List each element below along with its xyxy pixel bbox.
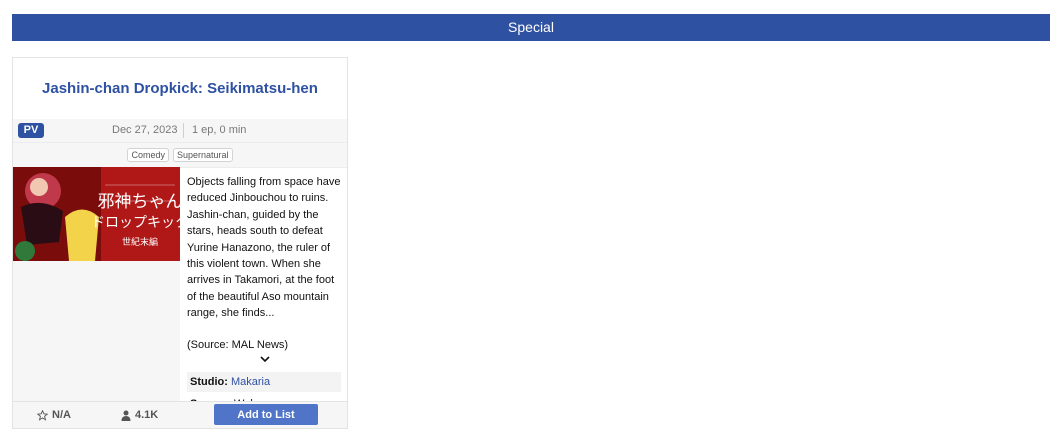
anime-title-link[interactable]: Jashin-chan Dropkick: Seikimatsu-hen [13,58,347,118]
user-icon [121,410,131,421]
synopsis-text: Objects falling from space have reduced … [187,176,341,320]
air-date: Dec 27, 2023 [112,124,178,136]
svg-text:世紀末編: 世紀末編 [122,236,158,248]
star-outline-icon [37,409,48,421]
members: 4.1K [121,409,158,421]
card-footer: N/A 4.1K Add to List [13,401,347,428]
genre-list: Comedy Supernatural [13,142,347,168]
section-title: Special [508,19,554,35]
section-header-special: Special [12,14,1050,41]
chevron-down-icon[interactable] [259,354,271,364]
synopsis: Objects falling from space have reduced … [187,174,345,322]
studio-row: Studio: Makaria [187,372,341,392]
svg-text:ドロップキック: ドロップキック [91,215,180,231]
episode-count: 1 ep, 0 min [192,124,247,136]
genre-tag-supernatural[interactable]: Supernatural [172,148,233,162]
anime-cover-image[interactable]: 邪神ちゃん ドロップキック 世紀末編 [13,167,180,261]
synopsis-source: (Source: MAL News) [187,339,289,351]
info-divider [183,123,184,138]
studio-link[interactable]: Makaria [231,376,270,388]
anime-card: Jashin-chan Dropkick: Seikimatsu-hen PV … [12,57,348,429]
genre-tag-comedy[interactable]: Comedy [127,148,169,162]
type-badge: PV [18,123,44,138]
add-to-list-button[interactable]: Add to List [214,404,318,425]
info-bar: PV Dec 27, 2023 1 ep, 0 min [13,119,347,142]
score-value: N/A [52,409,71,421]
studio-label: Studio: [190,376,228,388]
members-count: 4.1K [135,409,159,421]
score: N/A [37,409,71,421]
svg-text:邪神ちゃん: 邪神ちゃん [98,192,181,212]
